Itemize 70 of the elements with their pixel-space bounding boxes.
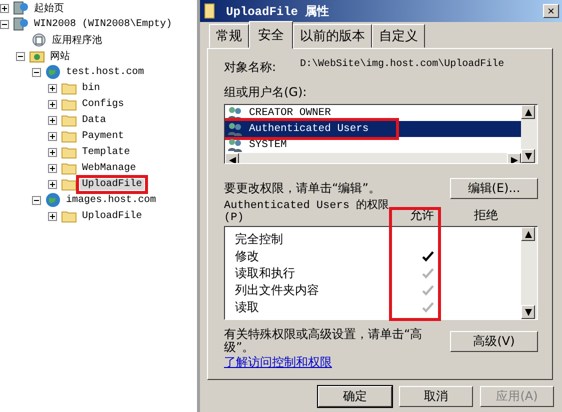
triangle-icon <box>524 230 532 238</box>
scroll-right-button[interactable] <box>507 153 521 163</box>
users-icon <box>227 121 243 137</box>
app-pool-icon <box>31 32 47 48</box>
permission-name: 读取和执行 <box>235 265 296 282</box>
globe-icon <box>45 192 61 208</box>
tree-item[interactable]: Data <box>80 114 108 126</box>
expand-icon[interactable] <box>48 116 57 124</box>
permission-name: 完全控制 <box>235 231 284 248</box>
expand-icon[interactable] <box>48 84 57 92</box>
tree-item[interactable]: UploadFile <box>80 210 144 222</box>
allow-header: 允许 <box>409 207 435 224</box>
globe-icon <box>45 64 61 80</box>
dialog-button[interactable]: 取消 <box>399 386 473 407</box>
tree-item[interactable]: WIN2008 (WIN2008\Empty) <box>32 18 174 30</box>
tab[interactable]: 以前的版本 <box>293 24 372 48</box>
users-icon <box>227 137 243 153</box>
permission-name: 读取 <box>235 299 260 316</box>
collapse-icon[interactable] <box>32 68 41 76</box>
users-label: 组或用户名(G): <box>224 84 308 101</box>
edit-button[interactable]: 编辑(E)... <box>450 178 538 199</box>
user-item[interactable]: Authenticated Users <box>225 121 521 137</box>
scroll-down-button[interactable] <box>521 149 535 163</box>
tab[interactable]: 自定义 <box>372 24 425 48</box>
advanced-hint: 有关特殊权限或高级设置，请单击“高级”。 <box>224 328 424 354</box>
help-link[interactable]: 了解访问控制和权限 <box>224 355 332 369</box>
expand-icon[interactable] <box>48 132 57 140</box>
expand-icon[interactable] <box>48 180 57 188</box>
window-title: UploadFile 属性 <box>226 4 330 20</box>
tree-item[interactable]: bin <box>80 82 102 94</box>
expand-icon[interactable] <box>48 212 57 220</box>
tab[interactable]: 安全 <box>249 21 293 49</box>
permissions-label: Authenticated Users 的权限(P) <box>224 198 390 224</box>
object-label: 对象名称: <box>224 59 276 76</box>
server-icon <box>13 16 29 32</box>
user-item[interactable]: SYSTEM <box>225 137 521 153</box>
expand-icon[interactable] <box>48 100 57 108</box>
object-path: D:\WebSite\img.host.com\UploadFile <box>300 59 504 72</box>
scroll-left-button[interactable] <box>225 153 239 163</box>
scroll-down-button[interactable] <box>521 305 535 319</box>
scroll-up-button[interactable] <box>521 227 535 241</box>
tree-item[interactable]: test.host.com <box>64 66 146 78</box>
dialog-button[interactable]: 确定 <box>318 386 392 407</box>
permission-name: 修改 <box>235 248 260 265</box>
tree-item[interactable]: Payment <box>80 130 126 142</box>
tree-item[interactable]: 起始页 <box>32 1 66 15</box>
deny-header: 拒绝 <box>473 207 499 224</box>
tree-item[interactable]: 应用程序池 <box>50 33 104 47</box>
tree-item[interactable]: Template <box>80 146 132 158</box>
collapse-icon[interactable] <box>0 20 9 28</box>
tree-item[interactable]: WebManage <box>80 162 138 174</box>
tree-item[interactable]: images.host.com <box>64 194 158 206</box>
collapse-icon[interactable] <box>16 52 25 60</box>
edit-hint: 要更改权限，请单击“编辑”。 <box>224 180 380 197</box>
expand-icon[interactable] <box>0 4 9 12</box>
expand-icon[interactable] <box>48 164 57 172</box>
triangle-icon <box>524 308 532 316</box>
scroll-up-button[interactable] <box>521 105 535 119</box>
advanced-button[interactable]: 高级(V) <box>450 330 538 352</box>
users-icon <box>227 105 243 121</box>
permission-name: 列出文件夹内容 <box>235 282 320 299</box>
user-item[interactable]: CREATOR OWNER <box>225 105 521 121</box>
collapse-icon[interactable] <box>32 196 41 204</box>
triangle-icon <box>228 156 236 163</box>
tree-item[interactable]: Configs <box>80 98 126 110</box>
close-button[interactable]: × <box>543 4 559 18</box>
tab[interactable]: 常规 <box>209 24 249 48</box>
triangle-icon <box>524 108 532 116</box>
tree-item[interactable]: 网站 <box>48 49 72 63</box>
expand-icon[interactable] <box>48 148 57 156</box>
